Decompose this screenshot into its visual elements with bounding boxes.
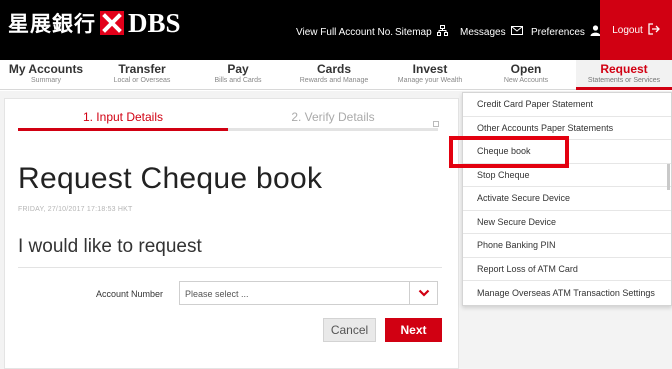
sitemap-label: Sitemap (395, 26, 432, 38)
nav-my-accounts[interactable]: My Accounts Summary (0, 62, 92, 85)
section-divider (18, 267, 442, 268)
menu-item-credit-card-statement[interactable]: Credit Card Paper Statement (463, 93, 671, 117)
chevron-down-icon[interactable] (409, 282, 437, 304)
messages-link[interactable]: Messages (460, 24, 523, 40)
nav-request[interactable]: Request Statements or Services (576, 60, 672, 90)
step-verify-details: 2. Verify Details (291, 110, 375, 124)
account-number-label: Account Number (96, 289, 164, 299)
nav-cards[interactable]: Cards Rewards and Manage (292, 62, 376, 85)
panel-corner-marker (433, 121, 439, 127)
nav-my-accounts-label: My Accounts (8, 62, 84, 76)
page-timestamp: FRIDAY, 27/10/2017 17:18:53 HKT (18, 206, 133, 213)
main-nav: My Accounts Summary Transfer Local or Ov… (0, 60, 672, 90)
nav-invest[interactable]: Invest Manage your Wealth (388, 62, 472, 85)
view-full-account-link[interactable]: View Full Account No. (296, 24, 393, 40)
menu-item-manage-overseas-atm[interactable]: Manage Overseas ATM Transaction Settings (463, 281, 671, 305)
envelope-icon (510, 26, 523, 38)
preferences-link[interactable]: Preferences (531, 24, 601, 40)
sitemap-icon (436, 25, 448, 39)
account-select-value: Please select ... (185, 289, 249, 299)
step-input-details: 1. Input Details (82, 110, 164, 124)
nav-transfer[interactable]: Transfer Local or Overseas (100, 62, 184, 85)
nav-transfer-label: Transfer (118, 62, 166, 76)
preferences-label: Preferences (531, 26, 585, 38)
section-title: I would like to request (18, 236, 202, 257)
sitemap-link[interactable]: Sitemap (395, 24, 448, 40)
nav-open-label: Open (510, 62, 542, 76)
cancel-button[interactable]: Cancel (323, 318, 376, 342)
next-button[interactable]: Next (385, 318, 442, 342)
nav-open[interactable]: Open New Accounts (484, 62, 568, 85)
nav-cards-sub: Rewards and Manage (299, 77, 369, 84)
nav-invest-label: Invest (412, 62, 448, 76)
nav-request-label: Request (600, 62, 648, 76)
step-progress-fill (18, 128, 228, 131)
logout-icon (648, 22, 660, 38)
nav-invest-sub: Manage your Wealth (397, 77, 463, 84)
nav-pay[interactable]: Pay Bills and Cards (196, 62, 280, 85)
messages-label: Messages (460, 26, 506, 38)
menu-item-phone-banking-pin[interactable]: Phone Banking PIN (463, 234, 671, 258)
nav-open-sub: New Accounts (503, 77, 549, 84)
nav-my-accounts-sub: Summary (31, 77, 61, 84)
nav-pay-label: Pay (227, 62, 249, 76)
request-dropdown-menu: Credit Card Paper Statement Other Accoun… (462, 92, 672, 306)
nav-transfer-sub: Local or Overseas (113, 77, 171, 84)
menu-item-new-secure-device[interactable]: New Secure Device (463, 211, 671, 234)
logout-label: Logout (612, 24, 643, 36)
dropdown-scrollbar[interactable] (667, 164, 670, 190)
page-title: Request Cheque book (18, 162, 323, 195)
cheque-book-highlight (449, 136, 569, 168)
dbs-x-mark-icon (100, 11, 124, 35)
nav-request-sub: Statements or Services (587, 77, 661, 84)
view-full-account-label: View Full Account No. (296, 26, 394, 38)
nav-pay-sub: Bills and Cards (214, 77, 262, 84)
nav-active-indicator (576, 87, 672, 90)
menu-item-activate-secure-device[interactable]: Activate Secure Device (463, 187, 671, 211)
logout-button[interactable]: Logout (600, 0, 672, 60)
nav-cards-label: Cards (316, 62, 351, 76)
brand-chinese-name: 星展銀行 (8, 11, 96, 36)
menu-item-report-loss-atm-card[interactable]: Report Loss of ATM Card (463, 258, 671, 281)
top-header-bar: 星展銀行 DBS View Full Account No. Sitemap M… (0, 0, 672, 60)
account-number-select[interactable]: Please select ... (179, 281, 438, 305)
brand-name: DBS (128, 7, 181, 38)
dbs-logo[interactable]: 星展銀行 DBS (8, 8, 181, 38)
